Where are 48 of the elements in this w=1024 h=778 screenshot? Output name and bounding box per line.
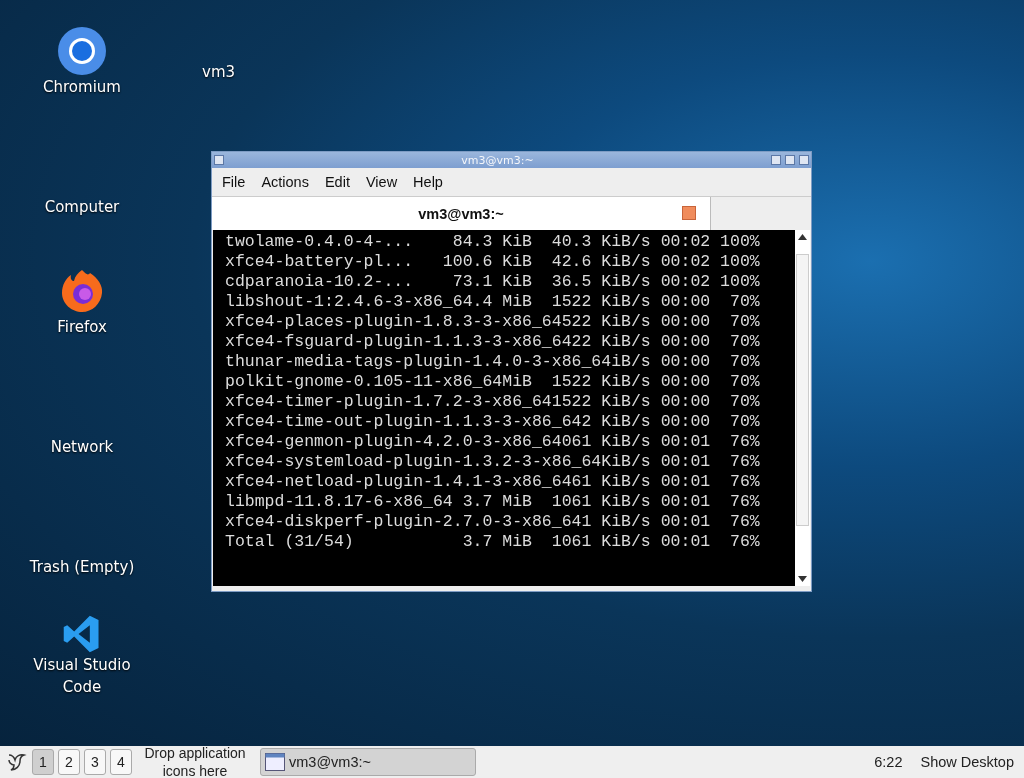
menu-item[interactable]: File xyxy=(216,174,252,190)
terminal-line: xfce4-fsguard-plugin-1.1.3-3-x86_6422 KiB/s 00:00 70% xyxy=(225,332,761,352)
desktop-icon-label[interactable]: Computer xyxy=(27,196,137,218)
desktop-icon-label[interactable]: Firefox xyxy=(27,316,137,338)
chromium-icon xyxy=(57,26,107,76)
workspace-button[interactable]: 3 xyxy=(84,749,106,775)
taskbar-window-button[interactable]: vm3@vm3:~ xyxy=(260,748,476,776)
terminal-line: xfce4-systemload-plugin-1.3.2-3-x86_64KiB/s 00:01 76% xyxy=(225,452,761,472)
workspace-button[interactable]: 1 xyxy=(32,749,54,775)
menu-item[interactable]: View xyxy=(359,174,404,190)
terminal-line: xfce4-time-out-plugin-1.1.3-3-x86_642 KiB/s 00:00 70% xyxy=(225,412,761,432)
desktop-icon-label[interactable]: Visual Studio Code xyxy=(27,654,137,698)
terminal-line: xfce4-battery-pl... 100.6 KiB 42.6 KiB/s 00:02 100% xyxy=(225,252,761,272)
terminal-line: polkit-gnome-0.105-11-x86_64MiB 1522 KiB/s 00:00 70% xyxy=(225,372,761,392)
terminal-line: Total (31/54) 3.7 MiB 1061 KiB/s 00:01 76% xyxy=(225,532,761,552)
terminal-line: xfce4-timer-plugin-1.7.2-3-x86_641522 KiB/s 00:00 70% xyxy=(225,392,761,412)
menu-item[interactable]: Actions xyxy=(255,174,315,190)
terminal-line: libmpd-11.8.17-6-x86_64 3.7 MiB 1061 KiB/s 00:01 76% xyxy=(225,492,761,512)
terminal-line: cdparanoia-10.2-... 73.1 KiB 36.5 KiB/s 00:02 100% xyxy=(225,272,761,292)
desktop-label[interactable]: vm3 xyxy=(202,63,236,81)
terminal-line: thunar-media-tags-plugin-1.4.0-3-x86_64iB/s 00:00 70% xyxy=(225,352,761,372)
terminal-line: xfce4-places-plugin-1.8.3-3-x86_64522 KiB/s 00:00 70% xyxy=(225,312,761,332)
desktop-icon-label[interactable]: Chromium xyxy=(27,76,137,98)
clock[interactable]: 6:22 xyxy=(874,754,903,770)
terminal-line: twolame-0.4.0-4-... 84.3 KiB 40.3 KiB/s 00:02 100% xyxy=(225,232,761,252)
terminal-line: xfce4-genmon-plugin-4.2.0-3-x86_64061 KiB/s 00:01 76% xyxy=(225,432,761,452)
desktop-icon-label[interactable]: Trash (Empty) xyxy=(27,556,137,578)
workspace-button[interactable]: 4 xyxy=(110,749,132,775)
window-title: vm3@vm3:~ xyxy=(460,153,535,167)
terminal-line: xfce4-netload-plugin-1.4.1-3-x86_6461 KiB/s 00:01 76% xyxy=(225,472,761,492)
minimize-button[interactable] xyxy=(771,155,781,165)
window-icon xyxy=(265,753,285,771)
workspace-button[interactable]: 2 xyxy=(58,749,80,775)
window-menu-icon[interactable] xyxy=(214,155,224,165)
terminal-line: libshout-1:2.4.6-3-x86_64.4 MiB 1522 KiB/s 00:00 70% xyxy=(225,292,761,312)
show-desktop-button[interactable]: Show Desktop xyxy=(916,754,1018,770)
scrollbar[interactable] xyxy=(795,230,810,586)
scroll-up-icon[interactable] xyxy=(798,234,807,240)
scroll-down-icon[interactable] xyxy=(798,576,807,582)
launcher-hint: Drop application icons here xyxy=(143,744,247,778)
terminal-tab[interactable]: vm3@vm3:~ xyxy=(212,197,711,230)
menu-item[interactable]: Edit xyxy=(318,174,356,190)
menu-item[interactable]: Help xyxy=(407,174,449,190)
desktop-icon-label[interactable]: Network xyxy=(27,436,137,458)
bird-icon[interactable] xyxy=(6,751,28,773)
close-button[interactable] xyxy=(799,155,809,165)
terminal-line: xfce4-diskperf-plugin-2.7.0-3-x86_641 KiB/s 00:01 76% xyxy=(225,512,761,532)
maximize-button[interactable] xyxy=(785,155,795,165)
